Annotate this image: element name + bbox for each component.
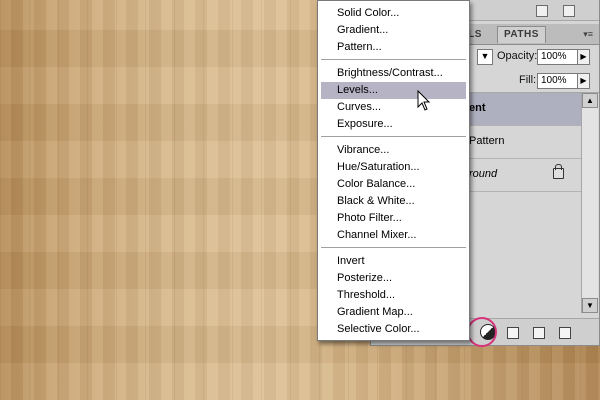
lock-icon xyxy=(553,164,564,179)
layer-name: Pattern xyxy=(469,135,505,147)
trash-icon[interactable] xyxy=(563,5,575,17)
layer-name: round xyxy=(469,168,498,180)
menu-item-vibrance[interactable]: Vibrance... xyxy=(321,142,466,159)
menu-separator xyxy=(321,59,466,60)
arrow-cursor-icon xyxy=(417,90,431,111)
layers-scrollbar[interactable]: ▲ ▼ xyxy=(581,93,598,313)
scroll-down-arrow[interactable]: ▼ xyxy=(582,298,598,313)
opacity-label: Opacity: xyxy=(497,50,538,62)
menu-item-posterize[interactable]: Posterize... xyxy=(321,270,466,287)
menu-item-color-balance[interactable]: Color Balance... xyxy=(321,176,466,193)
annotation-circle xyxy=(467,317,497,347)
scroll-up-arrow[interactable]: ▲ xyxy=(582,93,598,108)
fill-label: Fill: xyxy=(519,74,537,86)
fill-slider-arrow[interactable]: ▶ xyxy=(577,73,590,89)
menu-item-photo-filter[interactable]: Photo Filter... xyxy=(321,210,466,227)
menu-item-solid-color[interactable]: Solid Color... xyxy=(321,5,466,22)
panel-menu-icon[interactable]: ▾≡ xyxy=(583,29,593,40)
menu-item-brightness-contrast[interactable]: Brightness/Contrast... xyxy=(321,65,466,82)
new-layer-icon[interactable] xyxy=(536,5,548,17)
menu-item-threshold[interactable]: Threshold... xyxy=(321,287,466,304)
menu-item-curves[interactable]: Curves... xyxy=(321,99,466,116)
menu-item-pattern[interactable]: Pattern... xyxy=(321,39,466,56)
menu-item-hue-saturation[interactable]: Hue/Saturation... xyxy=(321,159,466,176)
menu-item-levels[interactable]: Levels... xyxy=(321,82,466,99)
adjustment-layer-menu: Solid Color... Gradient... Pattern... Br… xyxy=(317,0,470,341)
tab-paths[interactable]: PATHS xyxy=(497,26,546,43)
trash-icon[interactable] xyxy=(559,327,571,339)
menu-separator xyxy=(321,136,466,137)
menu-item-channel-mixer[interactable]: Channel Mixer... xyxy=(321,227,466,244)
menu-item-gradient[interactable]: Gradient... xyxy=(321,22,466,39)
blend-mode-dropdown-arrow[interactable]: ▼ xyxy=(477,49,493,65)
opacity-field[interactable]: 100% xyxy=(537,49,580,65)
menu-separator xyxy=(321,247,466,248)
menu-item-invert[interactable]: Invert xyxy=(321,253,466,270)
menu-item-gradient-map[interactable]: Gradient Map... xyxy=(321,304,466,321)
new-group-icon[interactable] xyxy=(507,327,519,339)
opacity-slider-arrow[interactable]: ▶ xyxy=(577,49,590,65)
menu-item-exposure[interactable]: Exposure... xyxy=(321,116,466,133)
menu-item-black-white[interactable]: Black & White... xyxy=(321,193,466,210)
layer-name: ent xyxy=(469,102,486,114)
new-layer-icon[interactable] xyxy=(533,327,545,339)
fill-field[interactable]: 100% xyxy=(537,73,580,89)
menu-item-selective-color[interactable]: Selective Color... xyxy=(321,321,466,338)
